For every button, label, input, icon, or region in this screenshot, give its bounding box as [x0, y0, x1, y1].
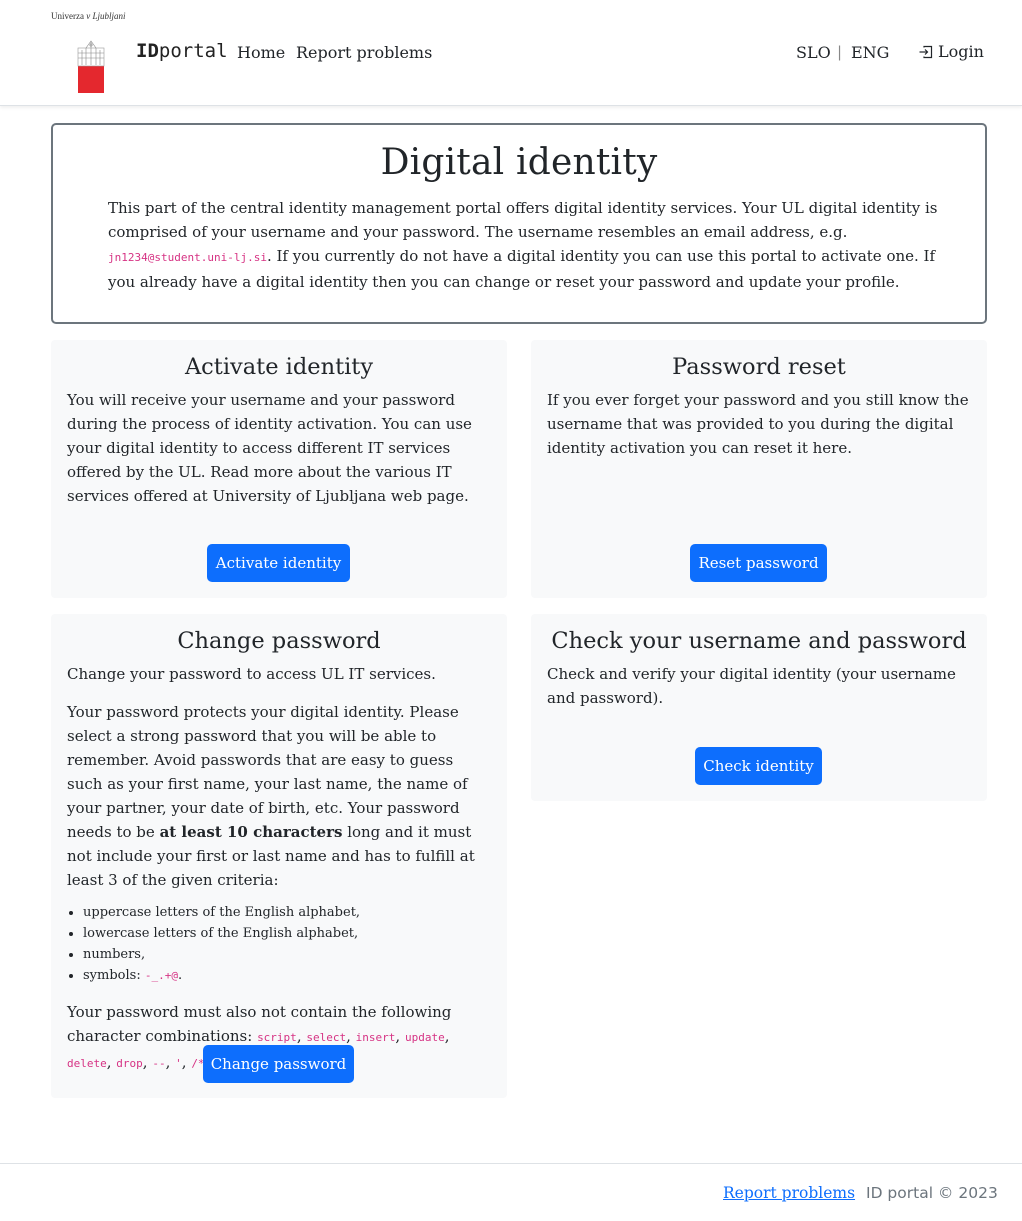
top-navbar: Univerza v Ljubljani IDportal Home Repor… — [0, 0, 1022, 106]
footer-copyright: ID portal © 2023 — [866, 1184, 998, 1202]
intro-text-part-1: This part of the central identity manage… — [108, 199, 938, 241]
intro-text: This part of the central identity manage… — [108, 196, 938, 294]
forbidden-item: delete — [67, 1057, 107, 1070]
card-title: Activate identity — [184, 354, 374, 380]
brand-bold: ID — [136, 40, 159, 62]
forbidden-item: insert — [355, 1031, 396, 1044]
change-password-button[interactable]: Change password — [203, 1045, 354, 1083]
list-item: symbols: -_.+@. — [83, 965, 507, 986]
policy-text-1: Your password protects your digital iden… — [67, 703, 468, 841]
forbidden-item: -- — [152, 1057, 166, 1070]
check-identity-button[interactable]: Check identity — [695, 747, 822, 785]
card-description: You will receive your username and your … — [67, 391, 472, 505]
password-policy: Your password protects your digital iden… — [67, 700, 491, 892]
card-check-identity: Check your username and password Check a… — [531, 614, 987, 801]
password-criteria-list: uppercase letters of the English alphabe… — [83, 902, 507, 986]
university-name-prefix: Univerza — [51, 11, 84, 21]
university-name-suffix: v Ljubljani — [86, 11, 126, 21]
forbidden-item: ' — [175, 1057, 182, 1070]
forbidden-item: script — [257, 1031, 297, 1044]
intro-panel: Digital identity This part of the centra… — [51, 123, 987, 324]
forbidden-item: select — [306, 1031, 347, 1044]
policy-min-length: at least 10 characters — [159, 823, 343, 841]
brand-idportal[interactable]: IDportal — [136, 40, 228, 62]
lang-separator: | — [837, 43, 843, 61]
footer-report-problems-link[interactable]: Report problems — [723, 1184, 855, 1202]
symbols-code: -_.+@ — [144, 969, 178, 982]
list-item: numbers, — [83, 944, 507, 965]
username-example: jn1234@student.uni-lj.si — [108, 251, 267, 264]
university-name: Univerza v Ljubljani — [51, 11, 126, 21]
login-label: Login — [938, 42, 984, 61]
card-description: Change your password to access UL IT ser… — [67, 665, 436, 683]
brand-rest: portal — [158, 40, 228, 62]
lang-slo[interactable]: SLO — [796, 43, 831, 62]
list-item: lowercase letters of the English alphabe… — [83, 923, 507, 944]
card-activate-identity: Activate identity You will receive your … — [51, 340, 507, 598]
nav-report-problems[interactable]: Report problems — [296, 43, 432, 62]
card-password-reset: Password reset If you ever forget your p… — [531, 340, 987, 598]
page-title: Digital identity — [380, 142, 658, 183]
card-description: Check and verify your digital identity (… — [547, 665, 956, 707]
lang-eng[interactable]: ENG — [851, 43, 889, 62]
card-title: Check your username and password — [551, 628, 967, 654]
card-change-password: Change password Change your password to … — [51, 614, 507, 1098]
reset-password-button[interactable]: Reset password — [690, 544, 827, 582]
card-title: Password reset — [672, 354, 846, 380]
forbidden-item: drop — [116, 1057, 143, 1070]
symbols-label: symbols: — [83, 968, 145, 983]
university-logo[interactable] — [76, 38, 106, 94]
card-title: Change password — [177, 628, 381, 654]
activate-identity-button[interactable]: Activate identity — [207, 544, 350, 582]
card-description: If you ever forget your password and you… — [547, 391, 969, 457]
nav-home[interactable]: Home — [237, 43, 285, 62]
login-icon — [919, 45, 933, 58]
forbidden-item: update — [404, 1031, 445, 1044]
list-item: uppercase letters of the English alphabe… — [83, 902, 507, 923]
footer: Report problems ID portal © 2023 — [0, 1163, 1022, 1221]
login-link[interactable]: Login — [918, 42, 984, 61]
symbols-end: . — [177, 968, 183, 983]
